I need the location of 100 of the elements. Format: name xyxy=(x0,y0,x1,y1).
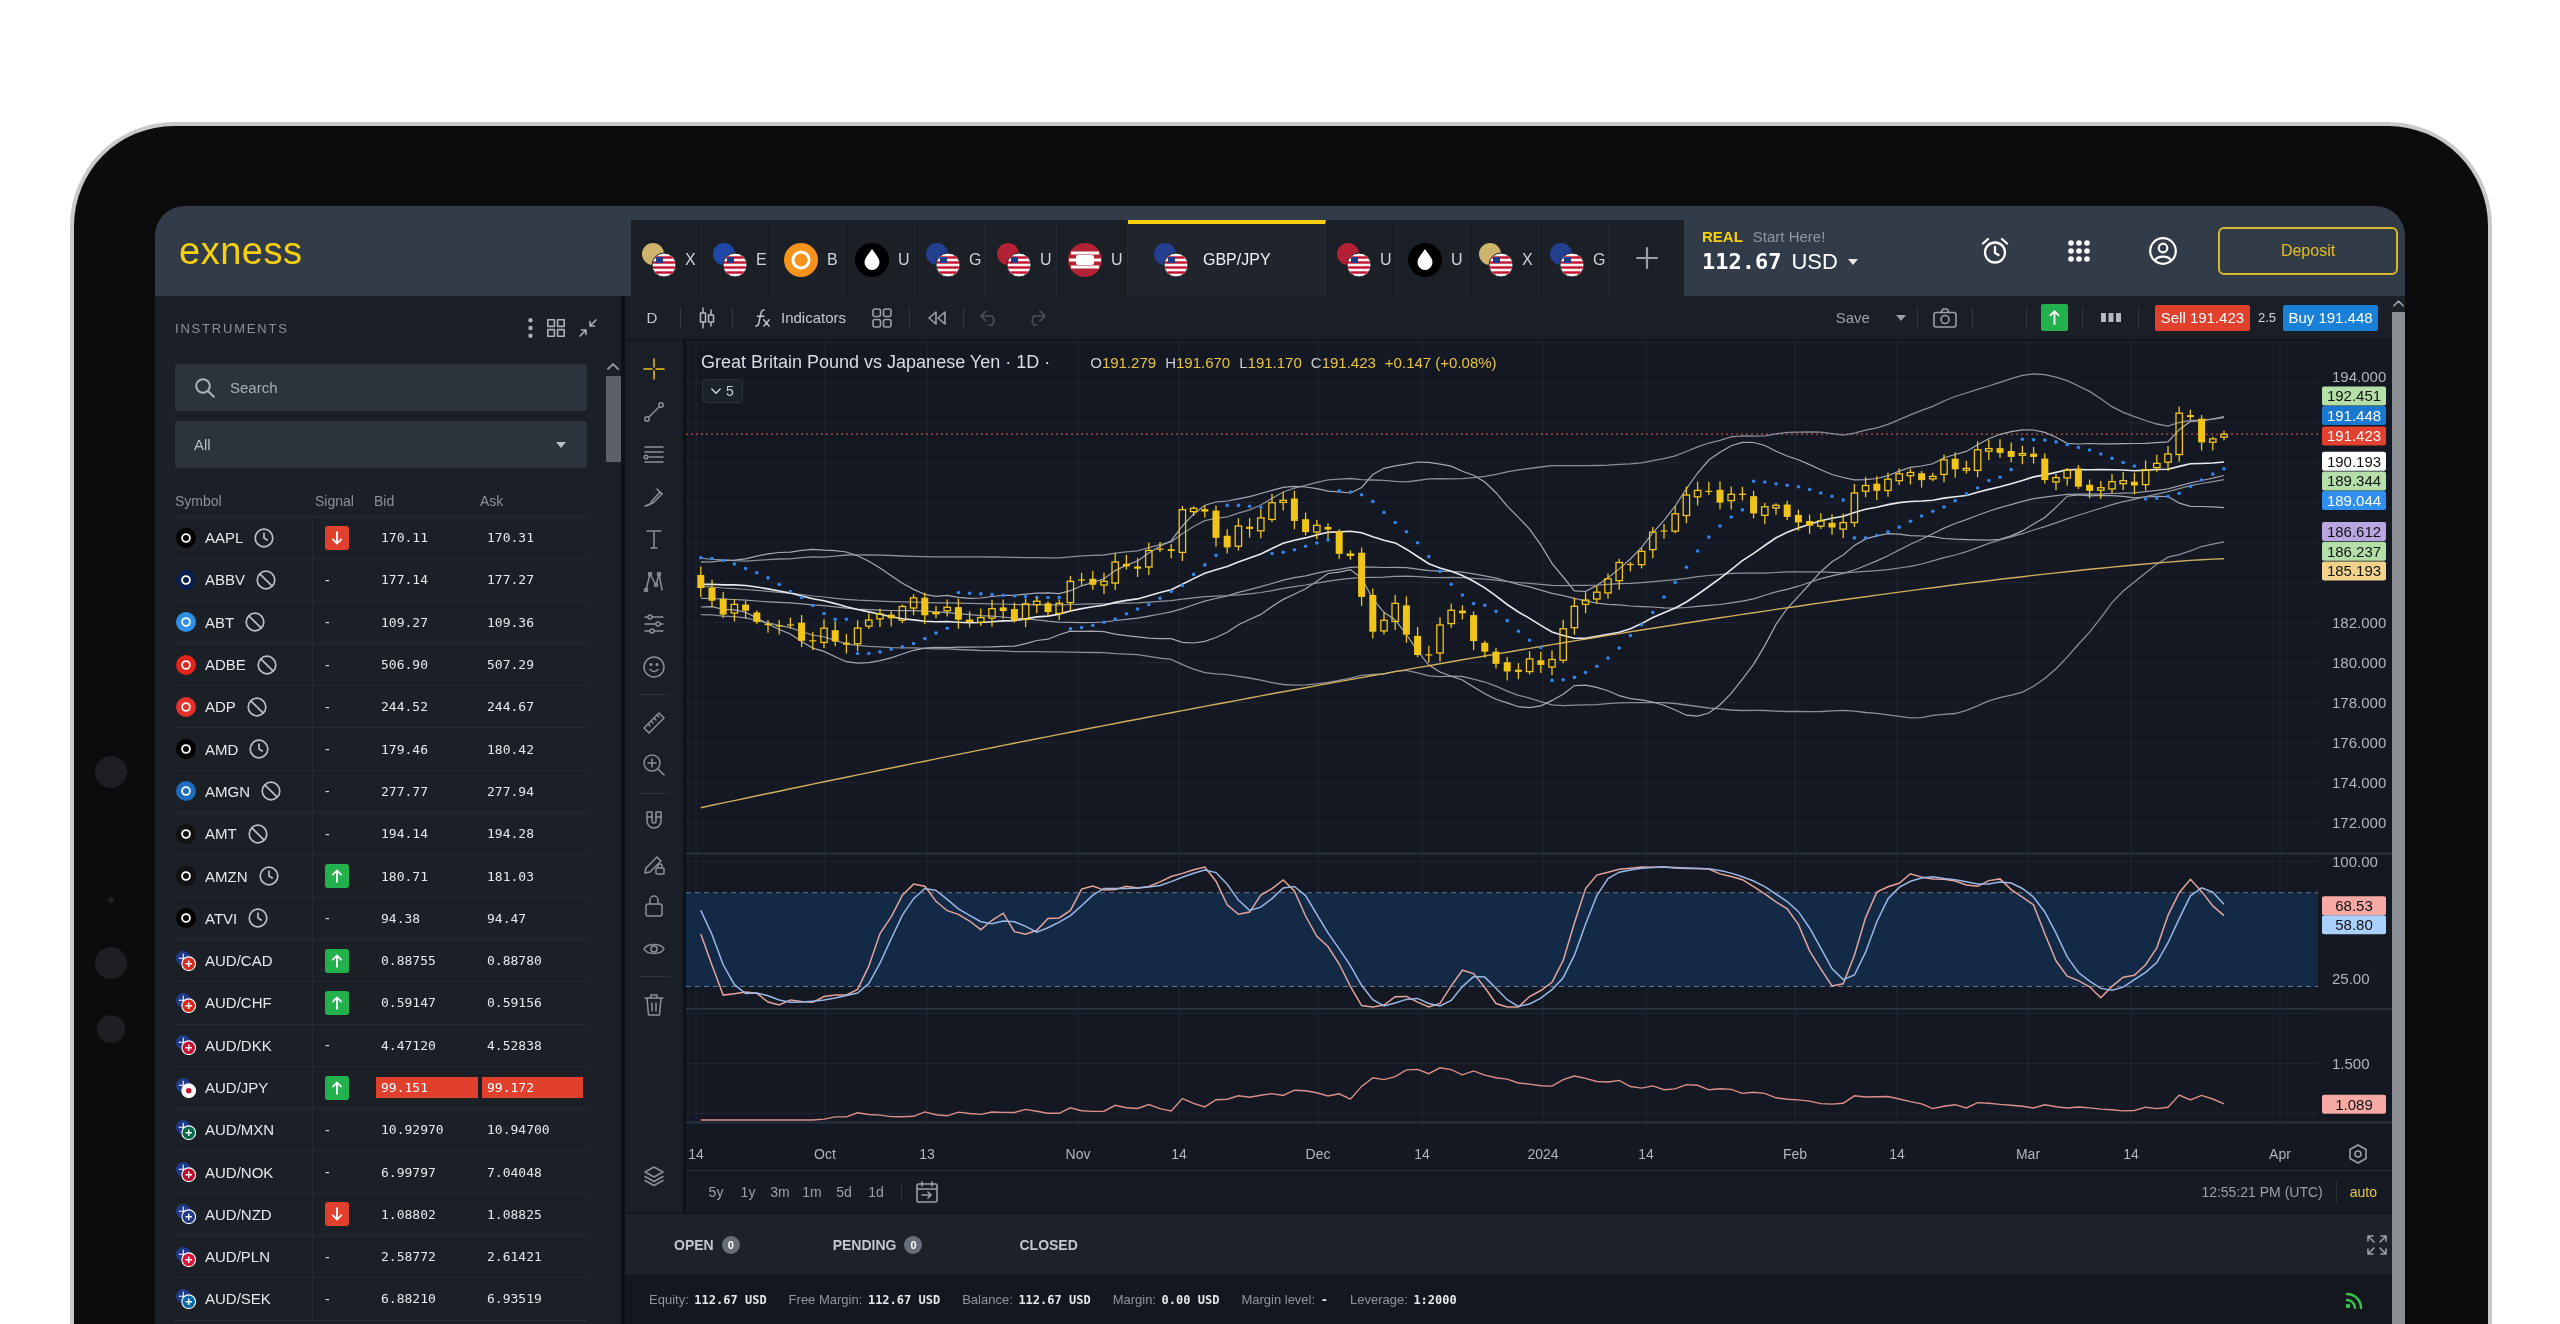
ask-price: 109.36 xyxy=(486,613,535,632)
settings-icon[interactable] xyxy=(2349,1144,2367,1164)
grid-view-icon[interactable] xyxy=(547,319,565,337)
range-button[interactable]: 1m xyxy=(796,1184,828,1200)
price-tag: 191.448 xyxy=(2322,406,2386,426)
pattern-icon[interactable] xyxy=(642,569,666,594)
save-button[interactable]: Save xyxy=(1835,309,1906,326)
signal-text: - xyxy=(325,571,330,588)
deposit-button[interactable]: Deposit xyxy=(2218,227,2398,275)
time-axis-label: Dec xyxy=(1305,1146,1331,1163)
signal-text: - xyxy=(325,698,330,715)
instrument-tab[interactable]: X xyxy=(631,220,702,296)
column-header: Bid xyxy=(374,493,396,509)
trash-icon[interactable] xyxy=(642,992,666,1017)
user-icon[interactable] xyxy=(2149,237,2177,265)
status-item: Margin: 0.00 USD xyxy=(1112,1292,1220,1307)
indicators-button[interactable]: Indicators xyxy=(753,308,847,327)
calendar-icon[interactable] xyxy=(916,1181,938,1203)
instrument-symbol[interactable]: AUD/MXN xyxy=(205,1121,275,1139)
column-header: Ask xyxy=(480,493,505,509)
instrument-tab[interactable]: GBP/JPY xyxy=(1128,220,1326,296)
instrument-symbol[interactable]: AUD/PLN xyxy=(205,1248,271,1266)
instrument-symbol[interactable]: AMGN xyxy=(205,782,250,800)
crosshair-icon[interactable] xyxy=(642,357,666,381)
auto-scale-button[interactable]: auto xyxy=(2349,1184,2377,1200)
ruler-icon[interactable] xyxy=(642,710,666,735)
price-axis-label: 194.000 xyxy=(2332,368,2387,386)
ask-price: 6.93519 xyxy=(486,1290,543,1309)
instrument-symbol[interactable]: ADBE xyxy=(205,656,246,674)
ask-price: 1.08825 xyxy=(486,1205,543,1224)
collapse-icon[interactable] xyxy=(579,319,597,337)
range-button[interactable]: 3m xyxy=(764,1184,796,1200)
replay-icon[interactable] xyxy=(927,310,948,325)
buy-button[interactable]: Buy 191.448 xyxy=(2283,304,2378,331)
range-button[interactable]: 5y xyxy=(700,1184,732,1200)
signal-text: - xyxy=(325,614,330,631)
function-icon xyxy=(753,308,771,327)
instrument-symbol[interactable]: ABBV xyxy=(205,571,246,589)
bid-price: 0.59147 xyxy=(380,994,437,1013)
adjust-lines-icon[interactable] xyxy=(642,612,666,636)
range-button[interactable]: 1y xyxy=(732,1184,764,1200)
plus-icon[interactable] xyxy=(1636,247,1658,269)
search-field[interactable]: Search xyxy=(175,364,587,411)
instrument-symbol[interactable]: AUD/SEK xyxy=(205,1290,271,1308)
layout-grid-icon[interactable] xyxy=(872,307,893,328)
filter-dropdown[interactable]: All xyxy=(175,421,587,468)
apps-grid-icon[interactable] xyxy=(2068,240,2090,262)
trades-tab[interactable]: PENDING 0 xyxy=(832,1227,923,1262)
instrument-symbol[interactable]: AMT xyxy=(205,825,237,843)
caret-icon[interactable] xyxy=(1847,258,1858,265)
camera-icon[interactable] xyxy=(1932,307,1957,328)
scrollbar-thumb[interactable] xyxy=(2392,312,2405,1324)
instrument-symbol[interactable]: AUD/JPY xyxy=(205,1079,269,1096)
ask-price: 99.172 xyxy=(482,1077,583,1098)
lock-icon[interactable] xyxy=(642,894,666,918)
time-axis-label: 14 xyxy=(1414,1146,1430,1163)
instrument-symbol[interactable]: AMZN xyxy=(205,867,248,885)
interval-button[interactable]: D xyxy=(640,309,664,326)
instrument-symbol[interactable]: ABT xyxy=(205,613,235,631)
instrument-symbol[interactable]: AMD xyxy=(205,740,239,758)
candle-style-icon[interactable] xyxy=(699,306,715,329)
zoom-in-icon[interactable] xyxy=(642,753,666,777)
time-axis-label: 14 xyxy=(1889,1146,1905,1163)
ask-price: 180.42 xyxy=(486,740,535,759)
instrument-symbol[interactable]: ATVI xyxy=(205,909,238,927)
kebab-menu-icon[interactable] xyxy=(528,318,533,338)
indicators-toggle[interactable]: 5 xyxy=(702,379,743,403)
time-axis-label: Mar xyxy=(2015,1146,2041,1163)
instrument-symbol[interactable]: AUD/CHF xyxy=(205,994,272,1012)
connection-signal-icon xyxy=(2345,1290,2365,1309)
account-balance[interactable]: 112.67 xyxy=(1702,248,1782,274)
smiley-icon[interactable] xyxy=(642,654,666,679)
trades-tab[interactable]: CLOSED xyxy=(1019,1227,1078,1262)
sell-button[interactable]: Sell 191.423 xyxy=(2154,304,2250,331)
instrument-symbol[interactable]: AUD/CAD xyxy=(205,952,273,970)
alarm-clock-icon[interactable] xyxy=(1981,237,2009,265)
price-tag: 58.80 xyxy=(2322,915,2386,935)
ask-price: 0.59156 xyxy=(486,994,543,1013)
currency-label[interactable]: USD xyxy=(1791,248,1838,275)
instrument-symbol[interactable]: AAPL xyxy=(205,529,244,547)
layers-icon[interactable] xyxy=(643,1165,665,1187)
chevron-up-icon[interactable] xyxy=(607,362,619,370)
instrument-symbol[interactable]: ADP xyxy=(205,698,236,716)
trend-line-icon[interactable] xyxy=(642,399,666,424)
range-button[interactable]: 5d xyxy=(828,1184,860,1200)
chevron-up-icon[interactable] xyxy=(2393,299,2404,307)
bid-price: 99.151 xyxy=(376,1077,478,1098)
trades-tab[interactable]: OPEN 0 xyxy=(674,1227,740,1262)
ohlc-value: O191.279 xyxy=(1090,354,1157,371)
instrument-symbol[interactable]: AUD/NZD xyxy=(205,1205,272,1223)
bid-price: 4.47120 xyxy=(380,1036,437,1055)
scrollbar-thumb[interactable] xyxy=(605,376,621,462)
arrow-up-icon[interactable] xyxy=(2040,304,2068,331)
bars-icon[interactable] xyxy=(2100,313,2121,322)
range-button[interactable]: 1d xyxy=(860,1184,892,1200)
expand-icon[interactable] xyxy=(2367,1234,2387,1255)
instrument-symbol[interactable]: AUD/NOK xyxy=(205,1163,274,1181)
bid-price: 109.27 xyxy=(380,613,429,632)
start-here-link[interactable]: Start Here! xyxy=(1752,227,1826,245)
instrument-symbol[interactable]: AUD/DKK xyxy=(205,1036,272,1054)
